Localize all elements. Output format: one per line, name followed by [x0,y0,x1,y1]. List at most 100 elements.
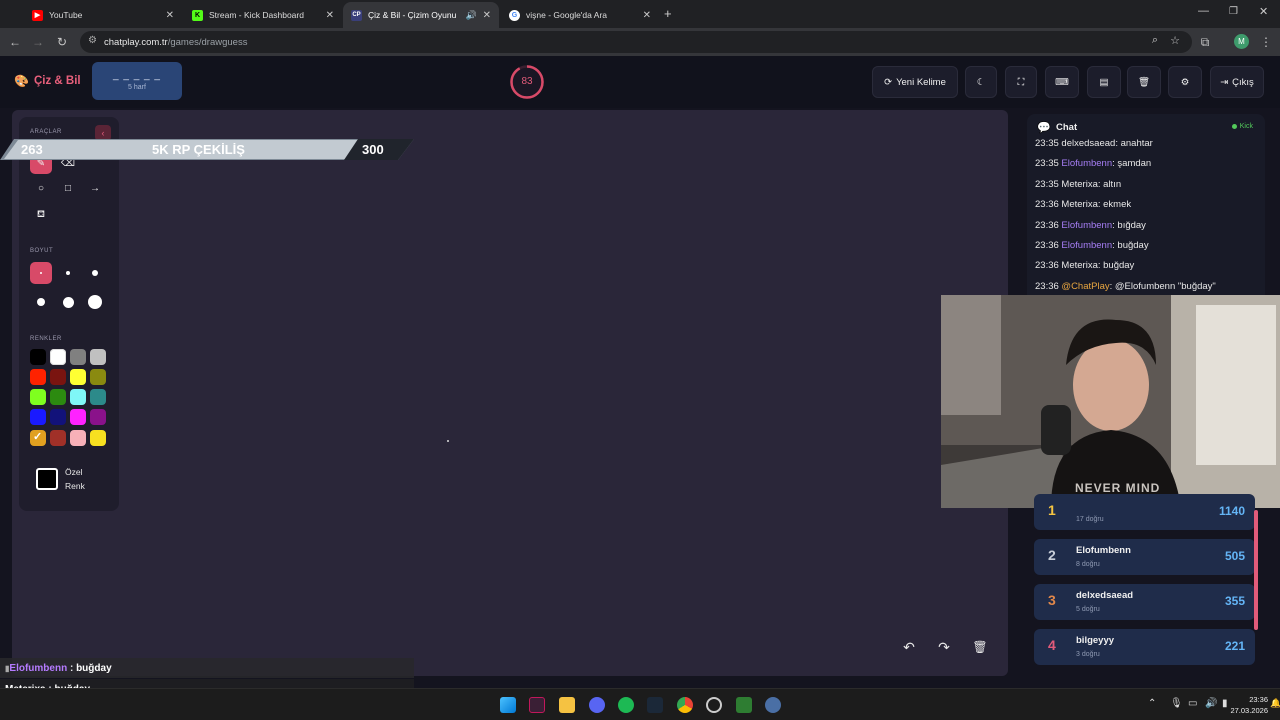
size-1-button[interactable] [30,262,52,284]
menu-icon[interactable]: ⋮ [1257,33,1275,51]
tab-google-search[interactable]: G vişne - Google'da Ara ✕ [501,2,659,28]
reload-icon[interactable]: ↻ [53,33,71,51]
color-swatch[interactable] [30,349,46,365]
app-icon-2[interactable] [736,697,752,713]
spotify-icon[interactable] [618,697,634,713]
color-swatch[interactable] [50,349,66,365]
color-swatch[interactable] [50,409,66,425]
chat-username[interactable]: Meterixa [1061,179,1097,190]
network-icon[interactable]: ▭ [1188,698,1197,709]
leaderboard-scrollbar[interactable] [1254,510,1258,630]
new-word-button[interactable]: ⟳ Yeni Kelime [872,66,958,98]
banner-left-number: 263 [21,142,43,157]
discord-icon[interactable] [589,697,605,713]
close-icon[interactable]: ✕ [483,10,491,21]
color-swatch[interactable] [90,389,106,405]
brand[interactable]: 🎨 Çiz & Bil [14,74,81,88]
chat-username[interactable]: @ChatPlay [1061,281,1109,292]
close-icon[interactable]: ✕ [326,10,334,21]
window-close-icon[interactable]: ✕ [1259,5,1268,18]
color-swatch[interactable] [70,409,86,425]
steam-icon[interactable] [647,697,663,713]
clear-canvas-icon[interactable]: 🗑 [969,636,991,658]
banner-right-number: 300 [362,142,384,157]
restore-icon[interactable]: ❐ [1229,6,1238,17]
archive-button[interactable]: ▤ [1087,66,1121,98]
url-field[interactable]: ⚙ chatplay.com.tr/games/drawguess ⌕ ☆ [80,31,1192,53]
chat-username[interactable]: Meterixa [1061,260,1097,271]
speaker-icon[interactable]: 🔊 [466,10,477,21]
notification-icon[interactable]: 🔔 [1270,698,1280,709]
size-2-button[interactable] [57,262,79,284]
chat-time: 23:35 [1035,138,1059,149]
profile-avatar[interactable]: M [1234,34,1249,49]
delete-button[interactable]: 🗑 [1127,66,1161,98]
tab-ciz-bil[interactable]: CP Çiz & Bil - Çizim Oyunu 🔊 ✕ [343,2,499,28]
color-swatch[interactable] [70,349,86,365]
color-swatch[interactable] [30,389,46,405]
fullscreen-button[interactable]: ⛶ [1005,66,1037,98]
chat-username[interactable]: Elofumbenn [1061,220,1112,231]
file-explorer-icon[interactable] [559,697,575,713]
settings-button[interactable]: ⚙ [1168,66,1202,98]
settings-app-icon[interactable] [765,697,781,713]
battery-icon[interactable]: ▮ [1222,698,1228,709]
color-swatch[interactable] [50,430,66,446]
redo-icon[interactable]: ↷ [933,636,955,658]
rectangle-tool[interactable]: □ [57,177,79,199]
circle-tool[interactable]: ○ [30,177,52,199]
undo-icon[interactable]: ↶ [898,636,920,658]
color-swatch[interactable] [50,389,66,405]
color-swatch[interactable] [50,369,66,385]
size-3-button[interactable] [84,262,106,284]
bookmark-star-icon[interactable]: ☆ [1170,34,1180,47]
size-5-button[interactable] [57,291,79,313]
size-6-button[interactable] [84,291,106,313]
color-swatch[interactable] [90,409,106,425]
color-swatch[interactable] [90,349,106,365]
keyboard-button[interactable]: ⌨ [1045,66,1079,98]
color-swatch[interactable]: ✓ [30,430,46,446]
app-icon[interactable] [529,697,545,713]
color-swatch[interactable] [70,389,86,405]
clock[interactable]: 23:36 27.03.2026 [1228,694,1268,716]
volume-icon[interactable]: 🔊 [1205,698,1217,709]
color-swatch[interactable] [70,369,86,385]
arrow-tool[interactable]: → [84,177,106,199]
chat-time: 23:36 [1035,240,1059,251]
theme-toggle-button[interactable]: ☾ [965,66,997,98]
color-swatch[interactable] [30,369,46,385]
site-info-icon[interactable]: ⚙ [88,35,97,46]
obs-icon[interactable] [706,697,722,713]
fill-tool[interactable]: ⛾ [30,204,52,226]
chat-username[interactable]: Meterixa [1061,199,1097,210]
chrome-icon[interactable] [677,697,693,713]
color-swatch[interactable] [30,409,46,425]
close-icon[interactable]: ✕ [166,10,174,21]
forward-icon[interactable]: → [29,33,47,51]
back-icon[interactable]: ← [6,33,24,51]
chat-username[interactable]: Elofumbenn [1061,240,1112,251]
exit-button[interactable]: ⇥ Çıkış [1210,66,1264,98]
color-swatch[interactable] [70,430,86,446]
tab-title: vişne - Google'da Ara [526,10,608,20]
size-4-button[interactable] [30,291,52,313]
drawing-canvas[interactable]: ↶ ↷ 🗑 [12,110,1008,676]
custom-color-picker[interactable] [36,468,58,490]
microphone-icon[interactable]: 🎙 [1170,698,1183,709]
windows-start-icon[interactable] [500,697,516,713]
tab-kick-dashboard[interactable]: K Stream - Kick Dashboard ✕ [184,2,342,28]
tab-youtube[interactable]: ▶ YouTube ✕ [24,2,182,28]
tray-chevron-icon[interactable]: ⌃ [1148,698,1156,709]
color-swatch[interactable] [90,369,106,385]
youtube-icon: ▶ [32,9,43,21]
new-tab-icon[interactable]: + [664,6,672,21]
zoom-icon[interactable]: ⌕ [1152,34,1158,47]
chat-username[interactable]: delxedsaead [1061,138,1115,149]
extensions-icon[interactable]: ⧉ [1196,33,1214,51]
color-swatch[interactable] [90,430,106,446]
close-icon[interactable]: ✕ [643,10,651,21]
chat-username[interactable]: Elofumbenn [1061,158,1112,169]
chat-time: 23:35 [1035,178,1059,190]
minimize-icon[interactable]: — [1198,5,1209,17]
